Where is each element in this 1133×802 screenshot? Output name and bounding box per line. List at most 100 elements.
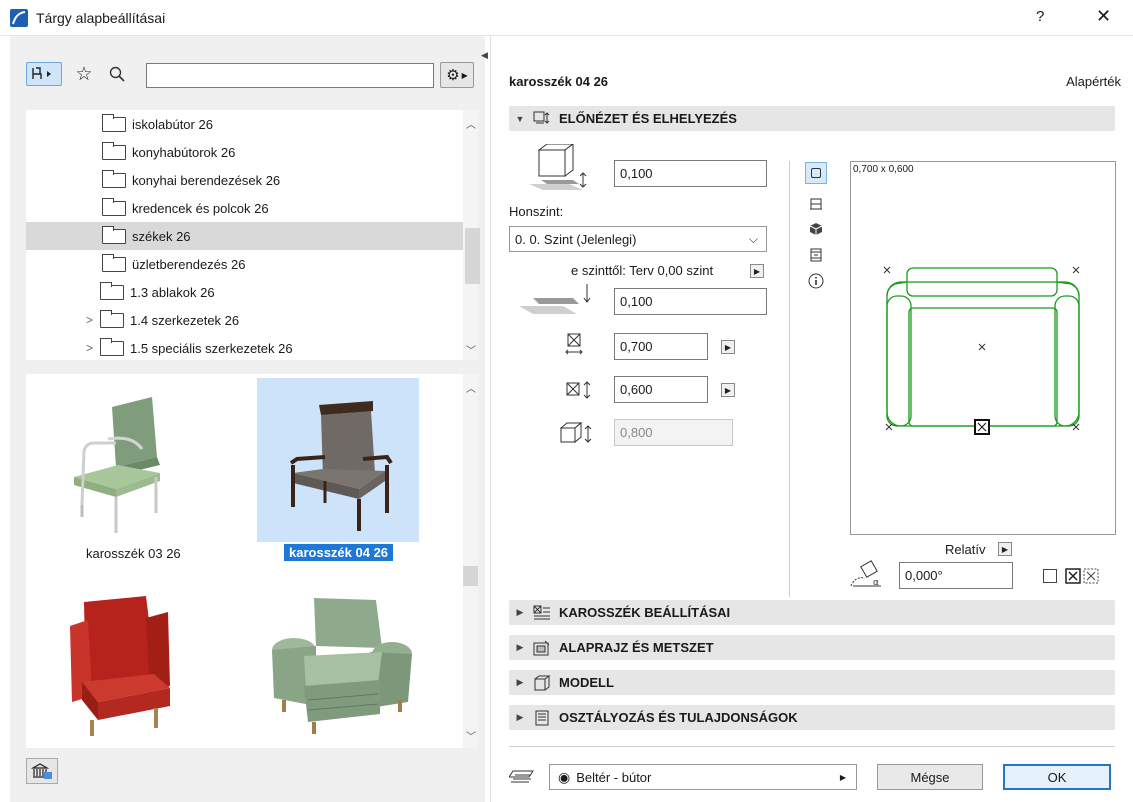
chair-library-icon <box>32 67 51 79</box>
story-offset-field[interactable]: 0,100 <box>614 288 767 315</box>
document-list-icon <box>533 710 551 726</box>
folder-icon <box>102 141 126 160</box>
tree-item[interactable]: > 1.4 szerkezetek 26 <box>26 306 463 334</box>
depth-field[interactable]: 0,600 <box>614 376 708 403</box>
library-building-icon <box>31 763 52 779</box>
scroll-down-icon[interactable]: ﹀ <box>466 728 476 743</box>
svg-text:α: α <box>873 578 879 588</box>
library-manager-button[interactable] <box>26 758 58 784</box>
gallery-item-image-selected[interactable] <box>257 378 419 542</box>
depth-dimension-icon <box>566 381 591 399</box>
tree-item-label: székek 26 <box>132 228 191 244</box>
tree-item[interactable]: iskolabútor 26 <box>26 110 463 138</box>
expand-arrow-icon: ▶ <box>516 677 524 687</box>
plan-preview[interactable]: 0,700 x 0,600 <box>850 161 1116 535</box>
section-classification-header[interactable]: ▶ OSZTÁLYOZÁS ÉS TULAJDONSÁGOK <box>509 705 1115 730</box>
chevron-down-icon: ⌵ <box>748 231 758 246</box>
layer-selector[interactable]: ◉ Beltér - bútor ▶ <box>549 764 857 790</box>
depth-arrow-button[interactable]: ▶ <box>721 383 735 397</box>
layers-icon[interactable] <box>508 767 537 788</box>
expand-arrow-icon: ▶ <box>516 607 524 617</box>
expander-icon[interactable]: > <box>86 341 100 355</box>
mirror-option-icon[interactable] <box>1065 568 1081 587</box>
base-offset-field[interactable]: 0,100 <box>614 160 767 187</box>
object-gallery: karosszék 03 26 karosszék 04 26 ︿ ﹀ <box>26 374 478 748</box>
wingback-chair-image <box>70 596 170 736</box>
collapse-panel-icon[interactable]: ◀ <box>481 50 488 61</box>
play-arrow-icon: ▶ <box>839 772 846 782</box>
elevation-offset-icon <box>529 144 587 190</box>
scroll-down-icon[interactable]: ﹀ <box>466 342 476 357</box>
story-offset-icon <box>519 284 591 314</box>
from-story-arrow-button[interactable]: ▶ <box>750 264 764 278</box>
tree-item[interactable]: > 1.5 speciális szerkezetek 26 <box>26 334 463 362</box>
title-bar: Tárgy alapbeállításai ? ✕ <box>0 0 1133 36</box>
search-input[interactable] <box>146 63 434 88</box>
close-button[interactable]: ✕ <box>1096 6 1111 27</box>
club-armchair-image <box>272 598 412 734</box>
tree-item-label: kredencek és polcok 26 <box>132 200 269 216</box>
tree-scrollbar[interactable]: ︿ ﹀ <box>463 110 480 360</box>
favorites-star-icon[interactable]: ☆ <box>72 62 96 86</box>
relative-arrow-button[interactable]: ▶ <box>998 542 1012 556</box>
tree-item[interactable]: kredencek és polcok 26 <box>26 194 463 222</box>
armchair-03-image <box>74 397 160 533</box>
vertical-separator <box>789 161 790 597</box>
home-story-dropdown[interactable]: 0. 0. Szint (Jelenlegi) ⌵ <box>509 226 767 252</box>
parameters-icon <box>533 605 551 621</box>
info-button[interactable] <box>805 270 827 292</box>
tree-item-label: 1.5 speciális szerkezetek 26 <box>130 340 293 356</box>
mirror-checkbox[interactable] <box>1043 569 1057 583</box>
scrollbar-thumb[interactable] <box>465 228 480 284</box>
section-model-header[interactable]: ▶ MODELL <box>509 670 1115 695</box>
default-label: Alapérték <box>1066 74 1121 89</box>
tree-item[interactable]: konyhai berendezések 26 <box>26 166 463 194</box>
floor-plan-view-button[interactable] <box>805 162 827 184</box>
folder-icon <box>102 169 126 188</box>
rotation-angle-field[interactable]: 0,000° <box>899 562 1013 589</box>
gallery-item-image[interactable] <box>36 378 198 542</box>
cancel-button[interactable]: Mégse <box>877 764 983 790</box>
scroll-up-icon[interactable]: ︿ <box>466 380 476 395</box>
play-arrow-icon: ▶ <box>461 70 468 80</box>
gallery-item-caption-selected[interactable]: karosszék 04 26 <box>284 544 394 561</box>
section-chair-settings-header[interactable]: ▶ KAROSSZÉK BEÁLLÍTÁSAI <box>509 600 1115 625</box>
section-title: ALAPRAJZ ÉS METSZET <box>559 640 714 655</box>
section-icon <box>810 248 822 262</box>
width-arrow-button[interactable]: ▶ <box>721 340 735 354</box>
folder-icon <box>102 197 126 216</box>
library-settings-button[interactable]: ⚙ ▶ <box>440 62 474 88</box>
search-icon[interactable] <box>106 62 128 86</box>
scroll-up-icon[interactable]: ︿ <box>466 116 476 131</box>
gallery-item-image[interactable] <box>40 580 202 744</box>
gallery-item-caption[interactable]: karosszék 03 26 <box>86 546 181 561</box>
section-title: KAROSSZÉK BEÁLLÍTÁSAI <box>559 605 731 620</box>
tree-item-label: konyhai berendezések 26 <box>132 172 281 188</box>
footer-separator <box>509 746 1115 747</box>
help-button[interactable]: ? <box>1036 8 1044 25</box>
section-preview-header[interactable]: ▼ ELŐNÉZET ÉS ELHELYEZÉS <box>509 106 1115 131</box>
ok-button[interactable]: OK <box>1003 764 1111 790</box>
tree-item-selected[interactable]: székek 26 <box>26 222 463 250</box>
3d-view-button[interactable] <box>805 218 827 240</box>
gallery-scrollbar[interactable]: ︿ ﹀ <box>463 374 478 748</box>
square-icon <box>811 168 821 178</box>
home-story-value: 0. 0. Szint (Jelenlegi) <box>515 231 637 247</box>
section-title: ELŐNÉZET ÉS ELHELYEZÉS <box>559 111 737 126</box>
tree-item[interactable]: 1.3 ablakok 26 <box>26 278 463 306</box>
expander-icon[interactable]: > <box>86 313 100 327</box>
width-field[interactable]: 0,700 <box>614 333 708 360</box>
section-floorplan-header[interactable]: ▶ ALAPRAJZ ÉS METSZET <box>509 635 1115 660</box>
folder-tree: iskolabútor 26 konyhabútorok 26 konyhai … <box>26 110 480 362</box>
app-icon <box>10 9 28 27</box>
library-view-selector-button[interactable] <box>26 62 62 86</box>
gallery-item-image[interactable] <box>257 580 419 744</box>
tree-item[interactable]: üzletberendezés 26 <box>26 250 463 278</box>
section-view-button[interactable] <box>805 244 827 266</box>
tree-item[interactable]: konyhabútorok 26 <box>26 138 463 166</box>
height-dimension-icon <box>559 421 592 444</box>
tree-item-label: iskolabútor 26 <box>132 116 213 132</box>
scrollbar-thumb[interactable] <box>463 566 478 586</box>
mirror-dashed-option-icon[interactable] <box>1083 568 1099 587</box>
side-view-button[interactable] <box>805 192 827 214</box>
